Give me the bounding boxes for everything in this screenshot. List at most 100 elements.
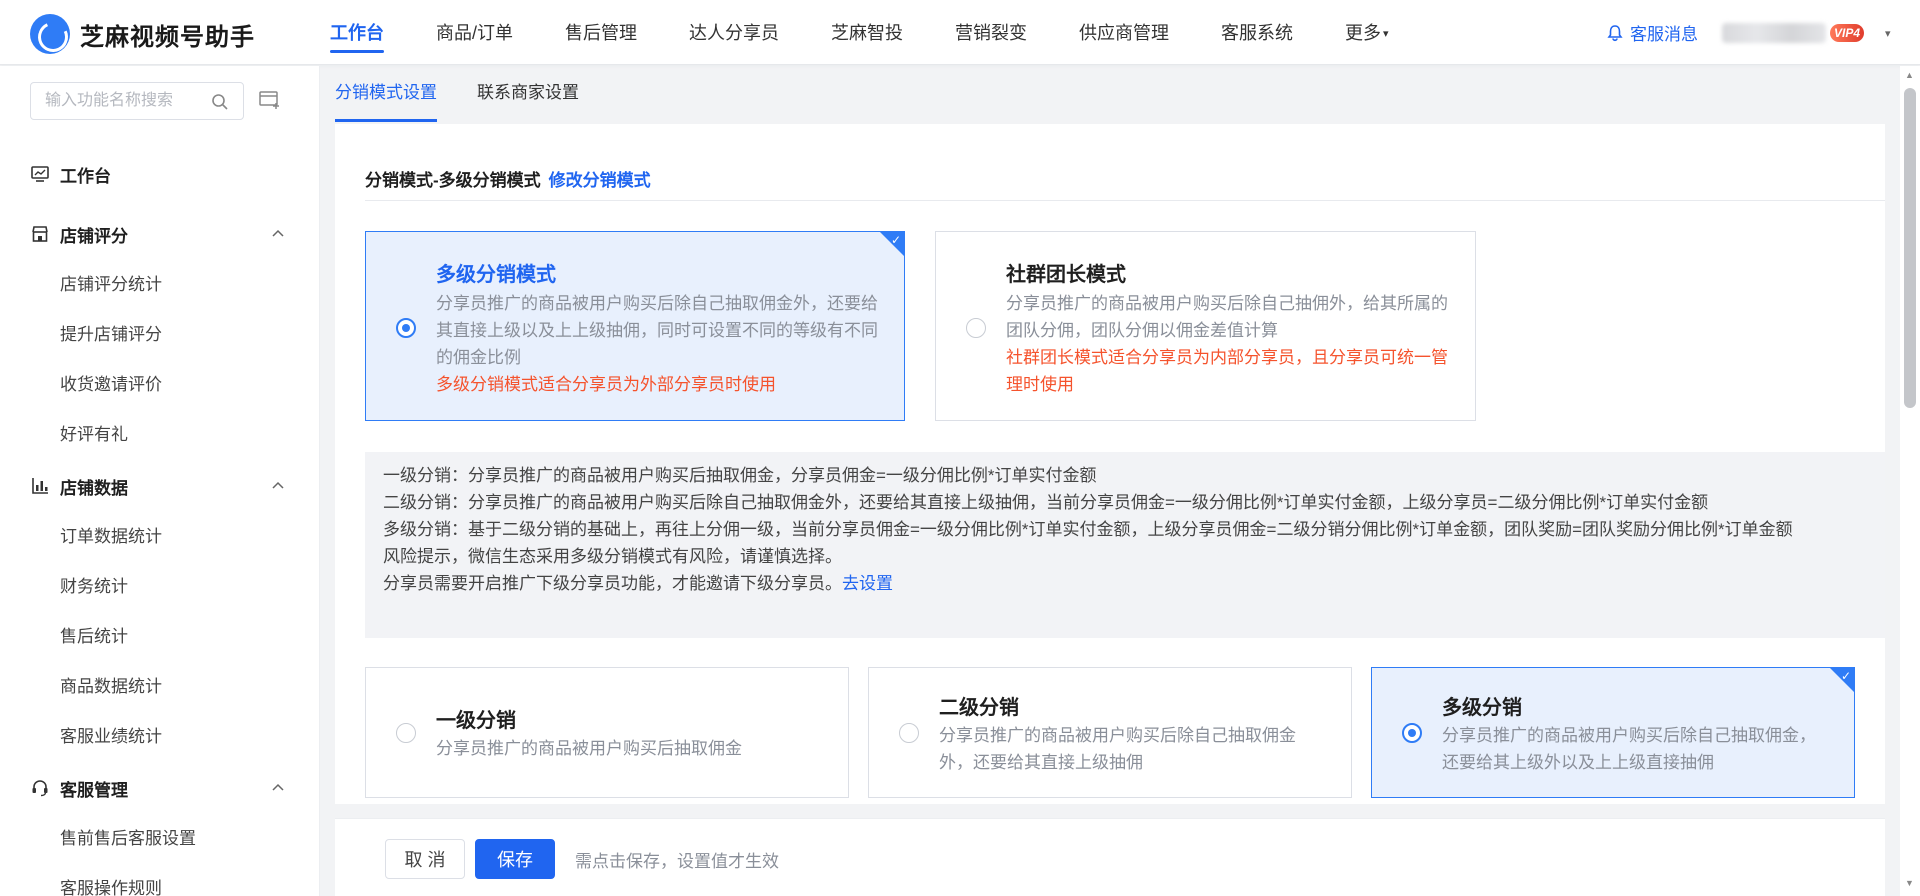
sidebar-group-label: 店铺评分 [60, 226, 128, 246]
section-title: 分销模式-多级分销模式 修改分销模式 [365, 166, 651, 191]
current-mode-title: 分销模式-多级分销模式 [365, 171, 541, 190]
level-radio-level1[interactable] [396, 723, 416, 743]
logo-icon [30, 14, 70, 54]
sidebar: 工作台 店铺评分 店铺评分统计 提升店铺评分 收货邀请评价 好评有礼 店铺数据 … [0, 66, 320, 896]
sidebar-item-label: 工作台 [60, 166, 111, 186]
info-line-level2: 二级分销：分享员推广的商品被用户购买后除自己抽取佣金外，还要给其直接上级抽佣，当… [383, 493, 1709, 512]
nav-customer-service[interactable]: 客服系统 [1221, 0, 1293, 65]
sidebar-item-improve-rating[interactable]: 提升店铺评分 [0, 310, 319, 360]
distribution-settings-panel: 分销模式-多级分销模式 修改分销模式 ✓ 多级分销模式 分享员推广的商品被用户购买… [335, 124, 1885, 804]
level-radio-level2[interactable] [899, 723, 919, 743]
checkmark-icon: ✓ [1840, 669, 1851, 683]
sidebar-item-order-stats[interactable]: 订单数据统计 [0, 512, 319, 562]
mode-card-warning: 社群团长模式适合分享员为内部分享员，且分享员可统一管理时使用 [1006, 348, 1448, 394]
info-line-level1: 一级分销：分享员推广的商品被用户购买后抽取佣金，分享员佣金=一级分佣比例*订单实… [383, 466, 1097, 485]
info-invite-text: 分享员需要开启推广下级分享员功能，才能邀请下级分享员。 [383, 574, 842, 593]
top-navigation: 工作台 商品/订单 售后管理 达人分享员 芝麻智投 营销裂变 供应商管理 客服系… [330, 0, 1441, 65]
mode-radio-multilevel[interactable] [396, 318, 416, 338]
mode-card-desc: 分享员推广的商品被用户购买后除自己抽佣外，给其所属的团队分佣，团队分佣以佣金差值… [1006, 294, 1448, 340]
account-name-blurred[interactable] [1722, 23, 1826, 43]
nav-more[interactable]: 更多 ▾ [1345, 0, 1389, 65]
search-icon[interactable] [211, 93, 229, 111]
sidebar-item-product-stats[interactable]: 商品数据统计 [0, 662, 319, 712]
edit-mode-link[interactable]: 修改分销模式 [549, 171, 651, 190]
mode-card-title: 社群团长模式 [1006, 264, 1126, 286]
function-search [30, 82, 244, 120]
action-bar: 取 消 保存 需点击保存，设置值才生效 [335, 818, 1885, 896]
scroll-down-icon[interactable]: ▼ [1905, 878, 1914, 888]
sidebar-group-label: 店铺数据 [60, 478, 128, 498]
sidebar-item-service-settings[interactable]: 售前售后客服设置 [0, 814, 319, 864]
go-settings-link[interactable]: 去设置 [842, 574, 893, 593]
divider [365, 200, 1885, 201]
sidebar-group-customer-service[interactable]: 客服管理 [0, 762, 319, 814]
add-shortcut-icon[interactable] [259, 90, 281, 110]
info-line-risk: 风险提示，微信生态采用多级分销模式有风险，请谨慎选择。 [383, 547, 842, 566]
vip-badge: VIP4 [1830, 24, 1865, 42]
level-card-multilevel[interactable]: ✓ 多级分销 分享员推广的商品被用户购买后除自己抽取佣金，还要给其上级外以及上上… [1371, 667, 1855, 798]
page-scrollbar[interactable]: ▲ ▼ [1900, 66, 1920, 896]
level-card-desc: 分享员推广的商品被用户购买后除自己抽取佣金，还要给其上级外以及上上级直接抽佣 [1442, 726, 1816, 772]
sidebar-item-review-gift[interactable]: 好评有礼 [0, 410, 319, 460]
level-card-title: 多级分销 [1442, 697, 1522, 719]
level-card-title: 一级分销 [436, 710, 516, 732]
nav-zhima-ads[interactable]: 芝麻智投 [831, 0, 903, 65]
sidebar-group-label: 客服管理 [60, 780, 128, 800]
top-header: 芝麻视频号助手 工作台 商品/订单 售后管理 达人分享员 芝麻智投 营销裂变 供… [0, 0, 1920, 65]
settings-tabs: 分销模式设置 联系商家设置 [335, 66, 619, 124]
function-search-input[interactable] [31, 83, 201, 119]
sidebar-item-finance-stats[interactable]: 财务统计 [0, 562, 319, 612]
sidebar-item-after-sales-stats[interactable]: 售后统计 [0, 612, 319, 662]
mode-radio-community-leader[interactable] [966, 318, 986, 338]
mode-card-title: 多级分销模式 [436, 264, 556, 286]
sidebar-group-shop-data[interactable]: 店铺数据 [0, 460, 319, 512]
sidebar-item-shop-rating-stats[interactable]: 店铺评分统计 [0, 260, 319, 310]
save-hint: 需点击保存，设置值才生效 [575, 852, 779, 871]
chevron-up-icon [272, 783, 284, 791]
tab-distribution-mode[interactable]: 分销模式设置 [335, 66, 437, 124]
mode-card-desc: 分享员推广的商品被用户购买后除自己抽取佣金外，还要给其直接上级以及上上级抽佣，同… [436, 294, 878, 367]
nav-products-orders[interactable]: 商品/订单 [436, 0, 513, 65]
level-card-title: 二级分销 [939, 697, 1019, 719]
scroll-up-icon[interactable]: ▲ [1905, 70, 1914, 80]
sidebar-item-service-performance[interactable]: 客服业绩统计 [0, 712, 319, 762]
account-dropdown-icon[interactable]: ▾ [1885, 27, 1891, 40]
chevron-up-icon [272, 229, 284, 237]
sidebar-item-service-rules[interactable]: 客服操作规则 [0, 864, 319, 896]
info-line-multilevel: 多级分销：基于二级分销的基础上，再往上分佣一级，当前分享员佣金=一级分佣比例*订… [383, 520, 1793, 539]
chart-icon [32, 478, 48, 494]
chevron-up-icon [272, 481, 284, 489]
distribution-info-box: 一级分销：分享员推广的商品被用户购买后抽取佣金，分享员佣金=一级分佣比例*订单实… [365, 452, 1885, 638]
app-logo[interactable]: 芝麻视频号助手 [30, 14, 255, 54]
level-card-level1[interactable]: 一级分销 分享员推广的商品被用户购买后抽取佣金 [365, 667, 849, 798]
level-card-desc: 分享员推广的商品被用户购买后抽取佣金 [436, 739, 742, 758]
nav-more-label: 更多 [1345, 23, 1382, 43]
scrollbar-thumb[interactable] [1904, 88, 1916, 408]
cancel-button[interactable]: 取 消 [385, 839, 465, 879]
sidebar-item-workbench[interactable]: 工作台 [0, 148, 319, 200]
sidebar-menu: 工作台 店铺评分 店铺评分统计 提升店铺评分 收货邀请评价 好评有礼 店铺数据 … [0, 148, 319, 896]
service-messages-label: 客服消息 [1630, 25, 1698, 44]
chevron-down-icon: ▾ [1383, 28, 1389, 41]
shop-icon [32, 226, 48, 242]
nav-workbench[interactable]: 工作台 [330, 0, 384, 65]
level-radio-multilevel[interactable] [1402, 723, 1422, 743]
save-button[interactable]: 保存 [475, 839, 555, 879]
sidebar-group-shop-rating[interactable]: 店铺评分 [0, 208, 319, 260]
nav-supplier[interactable]: 供应商管理 [1079, 0, 1169, 65]
mode-card-multilevel[interactable]: ✓ 多级分销模式 分享员推广的商品被用户购买后除自己抽取佣金外，还要给其直接上级… [365, 231, 905, 421]
nav-influencer-sharers[interactable]: 达人分享员 [689, 0, 779, 65]
app-name: 芝麻视频号助手 [80, 23, 255, 51]
service-messages-link[interactable]: 客服消息 [1606, 20, 1698, 45]
nav-after-sales[interactable]: 售后管理 [565, 0, 637, 65]
tab-contact-merchant[interactable]: 联系商家设置 [477, 66, 579, 124]
sidebar-item-invite-review[interactable]: 收货邀请评价 [0, 360, 319, 410]
mode-card-community-leader[interactable]: 社群团长模式 分享员推广的商品被用户购买后除自己抽佣外，给其所属的团队分佣，团队… [935, 231, 1476, 421]
monitor-icon [31, 166, 49, 182]
level-card-desc: 分享员推广的商品被用户购买后除自己抽取佣金外，还要给其直接上级抽佣 [939, 726, 1296, 772]
bell-icon [1607, 24, 1623, 41]
level-card-level2[interactable]: 二级分销 分享员推广的商品被用户购买后除自己抽取佣金外，还要给其直接上级抽佣 [868, 667, 1352, 798]
headset-icon [32, 780, 48, 797]
nav-marketing[interactable]: 营销裂变 [955, 0, 1027, 65]
info-line-invite: 分享员需要开启推广下级分享员功能，才能邀请下级分享员。去设置 [383, 570, 1867, 597]
